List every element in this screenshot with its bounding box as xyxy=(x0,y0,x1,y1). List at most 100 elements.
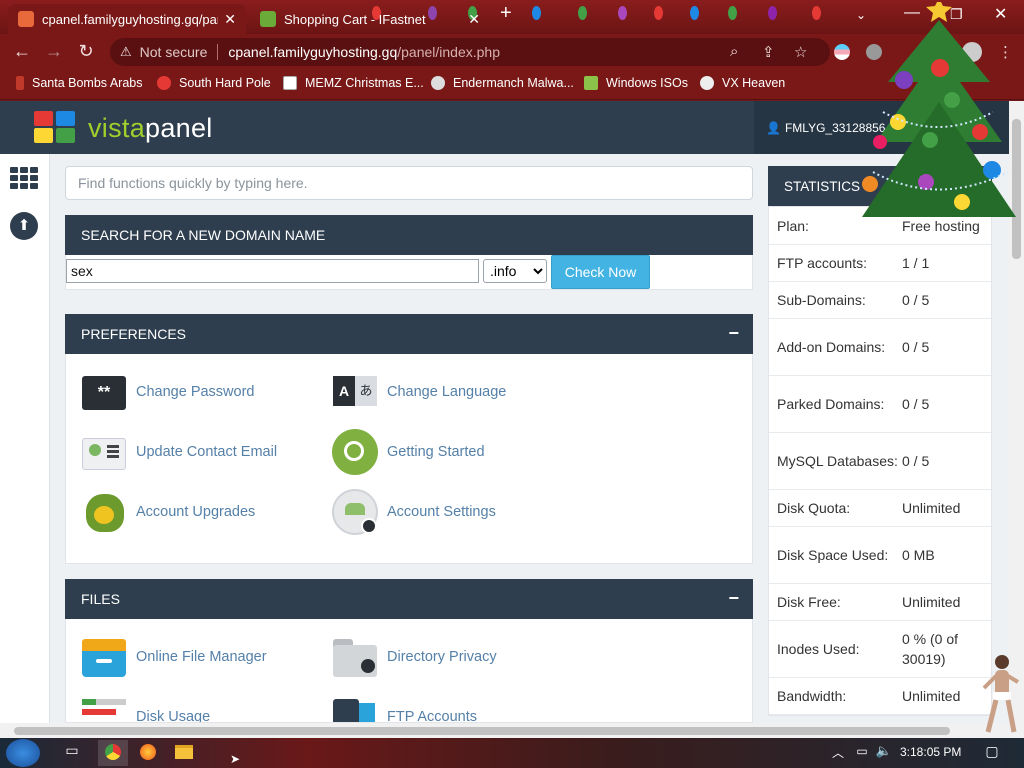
light-bulb-decoration xyxy=(728,6,737,20)
task-view-icon[interactable]: ▭ xyxy=(60,742,84,764)
volume-icon[interactable]: 🔈 xyxy=(872,743,896,765)
change-language-link[interactable]: A あ Change Language xyxy=(331,368,506,416)
upload-icon[interactable]: ⬆ xyxy=(10,212,38,240)
vistapanel-header: vistapanel 👤 FMLYG_33128856 xyxy=(0,101,1024,154)
bookmark-memz[interactable]: MEMZ Christmas E... xyxy=(283,76,424,90)
back-icon[interactable]: ← xyxy=(10,41,34,62)
preferences-header[interactable]: PREFERENCES − xyxy=(65,314,753,354)
dancer-figure-decoration xyxy=(982,655,1020,733)
bookmark-south-hard-pole[interactable]: South Hard Pole xyxy=(157,76,271,90)
preferences-body: ** Change Password A あ Change Language U… xyxy=(65,354,753,564)
taskbar-clock[interactable]: 3:18:05 PM xyxy=(900,745,961,759)
account-settings-link[interactable]: Account Settings xyxy=(331,488,496,536)
share-icon[interactable]: ⇪ xyxy=(762,43,775,61)
light-bulb-decoration xyxy=(812,6,821,20)
domain-name-input[interactable] xyxy=(66,259,479,283)
tld-select[interactable]: .info xyxy=(483,259,547,283)
domain-search-body: .info Check Now xyxy=(65,255,753,290)
light-bulb-decoration xyxy=(768,6,777,20)
extension-icon[interactable] xyxy=(866,44,882,60)
language-icon: A あ xyxy=(331,368,379,416)
disk-usage-link[interactable]: Disk Usage xyxy=(80,693,210,722)
getting-started-link[interactable]: Getting Started xyxy=(331,428,485,476)
light-bulb-decoration xyxy=(532,6,541,20)
update-contact-email-link[interactable]: Update Contact Email xyxy=(80,428,277,476)
restore-icon[interactable]: ❐ xyxy=(950,6,963,23)
bookmark-windows-isos[interactable]: Windows ISOs xyxy=(584,76,688,90)
close-tab-icon[interactable]: ✕ xyxy=(468,11,480,28)
bookmark-vx-heaven[interactable]: VX Heaven xyxy=(700,76,785,90)
collapse-icon[interactable]: − xyxy=(728,588,739,609)
password-icon: ** xyxy=(80,368,128,416)
page-content: vistapanel 👤 FMLYG_33128856 ⬆ SEARCH FOR… xyxy=(0,101,1024,738)
reload-icon[interactable]: ↻ xyxy=(74,41,98,62)
check-now-button[interactable]: Check Now xyxy=(551,255,650,289)
menu-kebab-icon[interactable]: ⋮ xyxy=(998,43,1013,61)
function-search-input[interactable] xyxy=(65,166,753,200)
firefox-taskbar-icon[interactable] xyxy=(136,742,160,764)
stat-row: Plan: Free hosting xyxy=(769,207,991,245)
ftp-accounts-link[interactable]: FTP Accounts xyxy=(331,693,477,722)
account-upgrades-link[interactable]: Account Upgrades xyxy=(80,488,255,536)
light-bulb-decoration xyxy=(690,6,699,20)
start-button[interactable] xyxy=(6,739,40,767)
directory-privacy-link[interactable]: Directory Privacy xyxy=(331,633,497,681)
contact-card-icon xyxy=(80,428,128,476)
getting-started-icon xyxy=(331,428,379,476)
close-tab-icon[interactable]: ✕ xyxy=(224,11,236,28)
new-tab-button[interactable]: + xyxy=(500,2,512,25)
stat-row: Bandwidth: Unlimited xyxy=(769,678,991,715)
bookmark-label: Endermanch Malwa... xyxy=(453,76,574,90)
disk-usage-icon xyxy=(80,693,128,722)
bookmark-star-icon[interactable]: ☆ xyxy=(794,43,807,61)
files-header[interactable]: FILES − xyxy=(65,579,753,619)
vertical-scrollbar[interactable] xyxy=(1009,101,1024,738)
bookmark-label: South Hard Pole xyxy=(179,76,271,90)
close-window-icon[interactable]: ✕ xyxy=(994,4,1007,24)
stat-row: FTP accounts: 1 / 1 xyxy=(769,245,991,282)
online-file-manager-link[interactable]: Online File Manager xyxy=(80,633,267,681)
bookmark-endermanch[interactable]: Endermanch Malwa... xyxy=(431,76,574,90)
stat-row: Add-on Domains: 0 / 5 xyxy=(769,319,991,376)
mouse-cursor-icon: ➤ xyxy=(230,752,241,766)
stat-row: Disk Space Used: 0 MB xyxy=(769,527,991,584)
file-explorer-taskbar-icon[interactable] xyxy=(172,742,196,764)
light-bulb-decoration xyxy=(578,6,587,20)
divider xyxy=(217,44,219,60)
change-password-link[interactable]: ** Change Password xyxy=(80,368,255,416)
user-menu[interactable]: 👤 FMLYG_33128856 xyxy=(754,101,1024,154)
horizontal-scrollbar[interactable] xyxy=(0,723,1009,738)
bookmark-santa-bombs[interactable]: Santa Bombs Arabs xyxy=(16,76,142,90)
logo-square xyxy=(56,111,75,126)
panel-title: SEARCH FOR A NEW DOMAIN NAME xyxy=(81,227,326,243)
bookmark-favicon-icon xyxy=(584,76,598,90)
forward-icon[interactable]: → xyxy=(42,41,66,62)
warning-icon[interactable]: ⚠ xyxy=(120,44,132,60)
extension-flag-icon[interactable] xyxy=(834,44,850,60)
ftp-accounts-icon xyxy=(331,693,379,722)
collapse-icon[interactable]: − xyxy=(728,323,739,344)
account-settings-icon xyxy=(331,488,379,536)
stat-row: Disk Free: Unlimited xyxy=(769,584,991,621)
grid-menu-icon[interactable] xyxy=(10,167,38,189)
stat-row: Disk Quota: Unlimited xyxy=(769,490,991,527)
browser-tab-strip: cpanel.familyguyhosting.gq/panel ✕ Shopp… xyxy=(0,0,1024,34)
network-icon[interactable]: ▭ xyxy=(850,744,874,766)
minimize-icon[interactable]: — xyxy=(904,4,920,22)
security-status: Not secure xyxy=(139,44,208,60)
profile-avatar-icon[interactable] xyxy=(962,42,982,62)
notifications-icon[interactable]: ▢ xyxy=(980,743,1004,765)
zoom-search-icon[interactable]: ⌕ xyxy=(730,43,738,60)
domain-search-header: SEARCH FOR A NEW DOMAIN NAME xyxy=(65,215,753,255)
tab-title: cpanel.familyguyhosting.gq/panel xyxy=(42,11,219,27)
tab-search-icon[interactable]: ⌄ xyxy=(856,8,866,22)
tray-expand-icon[interactable]: ︿ xyxy=(826,744,850,766)
panel-title: PREFERENCES xyxy=(81,326,187,342)
bookmark-favicon-icon xyxy=(157,76,171,90)
chrome-taskbar-icon[interactable] xyxy=(98,740,128,766)
bookmark-favicon-icon xyxy=(283,76,297,90)
address-bar[interactable]: ⚠ Not secure cpanel.familyguyhosting.gq /… xyxy=(110,38,830,66)
tab-shopping-cart[interactable]: Shopping Cart - IFastnet ✕ xyxy=(250,4,490,34)
address-toolbar: ← → ↻ ⚠ Not secure cpanel.familyguyhosti… xyxy=(0,34,1024,70)
tab-cpanel[interactable]: cpanel.familyguyhosting.gq/panel ✕ xyxy=(8,4,246,34)
